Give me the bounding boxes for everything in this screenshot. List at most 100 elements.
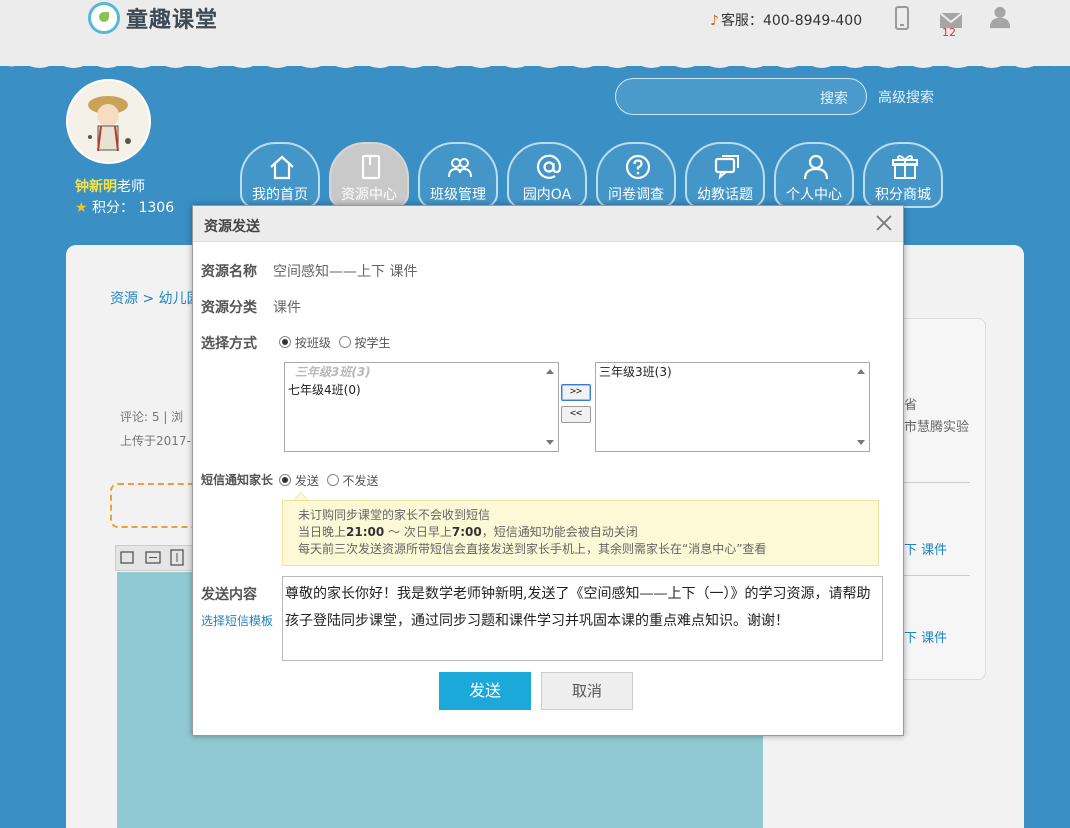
right-card-text: 省	[904, 398, 918, 413]
mobile-icon[interactable]	[890, 6, 914, 30]
nav-points-mall[interactable]: 积分商城	[863, 142, 943, 208]
sms-option-group: 发送 不发送	[279, 472, 383, 489]
user-name[interactable]: 钟新明老师	[75, 176, 145, 196]
preview-toolbar-icons	[120, 549, 184, 566]
nav-resource-center[interactable]: 资源中心	[329, 142, 409, 208]
message-textarea[interactable]: 尊敬的家长你好！我是数学老师钟新明,发送了《空间感知——上下（一）》的学习资源，…	[282, 576, 883, 661]
radio-by-class-label[interactable]: 按班级	[295, 336, 331, 350]
nav-personal-center[interactable]: 个人中心	[774, 142, 854, 208]
radio-sms-send-label[interactable]: 发送	[295, 474, 319, 488]
breadcrumb-separator: >	[138, 291, 159, 307]
group-icon	[448, 158, 472, 178]
notice-text: ，短信通知功能会被自动关闭	[481, 525, 638, 539]
radio-by-student-label[interactable]: 按学生	[355, 336, 391, 350]
scroll-down-icon[interactable]	[546, 440, 554, 445]
dialog-header: 资源发送	[193, 206, 903, 242]
divider	[900, 575, 970, 576]
advanced-search-link[interactable]: 高级搜索	[878, 87, 934, 107]
related-resource-link[interactable]: 下 课件	[904, 627, 947, 646]
avatar[interactable]	[66, 79, 151, 164]
move-right-button[interactable]: >>	[561, 384, 591, 401]
nav-label: 园内OA	[522, 187, 572, 203]
nav-survey[interactable]: 问卷调查	[596, 142, 676, 208]
available-classes-list[interactable]: 三年级3班(3) 七年级4班(0)	[284, 362, 559, 452]
scroll-up-icon[interactable]	[857, 369, 865, 374]
right-card-text: 市慧腾实验	[904, 420, 970, 435]
nav-topics[interactable]: 幼教话题	[685, 142, 765, 208]
divider	[900, 482, 970, 483]
view-meta: | 浏	[159, 410, 184, 424]
dialog-title: 资源发送	[204, 219, 260, 235]
breadcrumb-root[interactable]: 资源	[110, 291, 138, 307]
user-role: 老师	[117, 179, 145, 195]
top-bar: 童趣课堂 ♪ 客服：400-8949-400 12	[0, 0, 1070, 68]
list-item[interactable]: 七年级4班(0)	[285, 381, 558, 399]
radio-by-student[interactable]	[338, 336, 351, 348]
home-icon	[270, 155, 294, 180]
breadcrumb: 资源 > 幼儿园	[110, 288, 201, 308]
radio-by-class[interactable]	[279, 336, 291, 348]
nav-label: 幼教话题	[697, 187, 753, 203]
scroll-up-icon[interactable]	[546, 369, 554, 374]
notice-line: 每天前三次发送资源所带短信会直接发送到家长手机上，其余则需家长在“消息中心”查看	[298, 542, 767, 556]
at-icon	[536, 154, 562, 179]
logo[interactable]: 童趣课堂	[88, 2, 218, 34]
question-icon	[625, 154, 651, 180]
phone-icon: ♪	[710, 13, 719, 29]
send-resource-dialog: 资源发送 资源名称 空间感知——上下 课件 资源分类 课件 选择方式 按班级 按…	[192, 205, 904, 736]
notice-line: 当日晚上21:00 ～ 次日早上7:00，短信通知功能会被自动关闭	[298, 524, 878, 541]
user-points: ★ 积分： 1306	[75, 197, 174, 217]
send-button[interactable]: 发送	[439, 672, 531, 710]
selected-classes-list[interactable]: 三年级3班(3)	[595, 362, 870, 452]
radio-sms-no-send[interactable]	[326, 474, 339, 486]
list-item[interactable]: 三年级3班(3)	[596, 363, 869, 381]
nav-label: 问卷调查	[608, 187, 664, 203]
select-template-link[interactable]: 选择短信模板	[201, 612, 273, 629]
logo-mark-icon	[88, 2, 120, 34]
list-item: 三年级3班(3)	[295, 365, 371, 379]
nav-label: 我的首页	[252, 187, 308, 203]
resource-name-label: 资源名称	[201, 264, 257, 280]
search-button[interactable]: 搜索	[820, 88, 848, 108]
main-nav: 我的首页 资源中心 班级管理 园内OA 问卷调查 幼教话题 个人中心 积分商城	[240, 142, 943, 208]
nav-home[interactable]: 我的首页	[240, 142, 320, 208]
book-icon	[361, 154, 381, 180]
sms-notify-label: 短信通知家长	[201, 473, 274, 487]
hotline-label: 客服：	[720, 13, 763, 29]
nav-label: 积分商城	[875, 187, 931, 203]
comment-count: 评论: 5	[120, 410, 160, 424]
move-left-button[interactable]: <<	[561, 406, 591, 423]
nav-label: 资源中心	[341, 187, 397, 203]
notice-text: ～ 次日早上	[384, 525, 452, 539]
nav-label: 班级管理	[430, 187, 486, 203]
user-name-text: 钟新明	[75, 179, 117, 195]
message-count-badge: 12	[942, 26, 956, 39]
search-input[interactable]: 搜索	[615, 78, 867, 115]
upload-date: 上传于2017-	[120, 434, 191, 448]
related-resource-link[interactable]: 下 课件	[904, 539, 947, 558]
star-icon: ★	[75, 200, 88, 216]
cloud-border	[0, 48, 1070, 68]
chat-icon	[714, 155, 739, 180]
nav-class-management[interactable]: 班级管理	[418, 142, 498, 208]
notice-text: 当日晚上	[298, 525, 347, 539]
resource-type-value: 课件	[273, 300, 301, 316]
scrollbar[interactable]	[853, 363, 869, 451]
brand-name: 童趣课堂	[126, 8, 219, 33]
cancel-button[interactable]: 取消	[541, 672, 633, 710]
resource-type-label: 资源分类	[201, 300, 257, 316]
nav-label: 个人中心	[786, 187, 842, 203]
resource-name-value: 空间感知——上下 课件	[273, 264, 418, 280]
scroll-down-icon[interactable]	[857, 440, 865, 445]
select-mode-label: 选择方式	[201, 336, 257, 352]
scrollbar[interactable]	[542, 363, 558, 451]
radio-sms-no-send-label[interactable]: 不发送	[343, 474, 379, 488]
gift-icon	[892, 155, 918, 179]
hotline-number: 400-8949-400	[762, 13, 863, 29]
close-icon[interactable]	[875, 214, 893, 232]
user-icon[interactable]	[988, 5, 1012, 29]
sms-notice: 未订购同步课堂的家长不会收到短信 当日晚上21:00 ～ 次日早上7:00，短信…	[282, 500, 879, 566]
notice-time-start: 21:00	[346, 525, 385, 539]
radio-sms-send[interactable]	[279, 474, 291, 486]
nav-oa[interactable]: 园内OA	[507, 142, 587, 208]
